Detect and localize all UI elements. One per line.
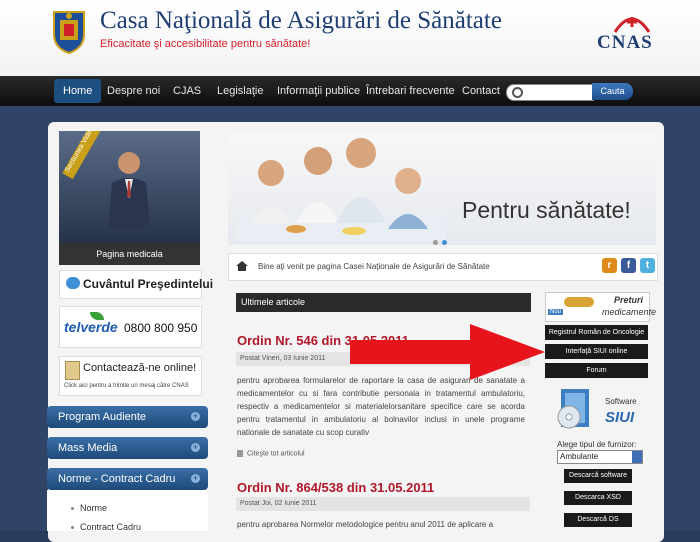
nav-despre-noi[interactable]: Despre noi [107, 76, 160, 106]
menu-mass-media[interactable]: Mass Media + [47, 437, 208, 459]
download-software-button[interactable]: Descarcă software [564, 469, 632, 483]
menu-label: Mass Media [58, 442, 118, 454]
facebook-icon[interactable]: f [621, 258, 636, 273]
slider-dot-active[interactable] [442, 240, 447, 245]
articles-header: Ultimele articole [236, 293, 531, 312]
chevron-down-icon [632, 451, 642, 463]
furnizor-label: Alege tipul de furnizor: [557, 440, 637, 449]
contact-sublabel: Click aici pentru a trimite un mesaj căt… [64, 383, 189, 389]
cnas-logo-text: CNAS [597, 32, 653, 53]
slider-dot[interactable] [433, 240, 438, 245]
rss-icon[interactable]: r [602, 258, 617, 273]
nav-legislatie[interactable]: Legislaţie [217, 76, 263, 106]
speaker-photo [108, 152, 150, 227]
site-header: Casa Naţională de Asigurări de Sănătate … [0, 0, 700, 77]
siui-software-label: Software [605, 397, 637, 406]
siui-label: SIUI [605, 409, 635, 426]
site-tagline: Eficacitate şi accesibilitate pentru săn… [100, 38, 311, 50]
telverde-number: 0800 800 950 [124, 321, 198, 335]
submenu: Norme Contract Cadru [47, 490, 208, 532]
search-input[interactable] [506, 84, 594, 101]
search-icon [512, 87, 523, 98]
nav-intrebari-frecvente[interactable]: Întrebari frecvente [366, 76, 455, 106]
nav-contact[interactable]: Contact [462, 76, 500, 106]
article-body: pentru aprobarea Normelor metodologice p… [237, 520, 494, 529]
furnizor-value: Ambulante [560, 452, 599, 461]
menu-norme-contract-cadru[interactable]: Norme - Contract Cadru + [47, 468, 208, 490]
document-icon [237, 450, 243, 457]
hero-banner: Pentru sănătate! [228, 131, 656, 245]
submenu-norme[interactable]: Norme [70, 503, 107, 513]
presedinte-link[interactable]: Cuvântul Preşedintelui [59, 270, 213, 299]
telverde-brand: telverde [64, 319, 118, 335]
readmore-label: Citeşte tot articolul [247, 450, 305, 458]
nav-informatii-publice[interactable]: Informaţii publice [277, 76, 360, 106]
forum-button[interactable]: Forum [545, 363, 648, 378]
article-meta: Postat Joi, 02 Iunie 2011 [236, 497, 530, 511]
video-section[interactable]: Sectiunea Video [59, 131, 200, 243]
letter-icon [65, 361, 80, 380]
new-badge: Nou [548, 309, 564, 315]
siui-software-box[interactable]: Software SIUI [553, 385, 643, 433]
expand-icon: + [191, 411, 200, 421]
breadcrumb: Bine aţi venit pe pagina Casei Naţionale… [228, 253, 658, 281]
pills-icon [564, 297, 594, 307]
family-photo [236, 138, 446, 241]
expand-icon: + [191, 473, 200, 483]
article-body: pentru aprobarea formularelor de raporta… [237, 376, 525, 437]
preturi-title: Preturi [614, 295, 644, 305]
preturi-subtitle: medicamente [602, 307, 657, 317]
speech-bubble-icon [66, 277, 80, 289]
site-title[interactable]: Casa Naţională de Asigurări de Sănătate [100, 7, 502, 35]
search-button[interactable]: Cauta [592, 83, 633, 100]
twitter-icon[interactable]: t [640, 258, 655, 273]
registrul-oncologie-button[interactable]: Registrul Român de Oncologie [545, 325, 648, 340]
expand-icon: + [191, 442, 200, 452]
presedinte-label: Cuvântul Preşedintelui [83, 277, 214, 291]
nav-home[interactable]: Home [54, 79, 102, 103]
furnizor-select[interactable]: Ambulante [557, 450, 643, 464]
telverde-box[interactable]: telverde 0800 800 950 [59, 306, 202, 348]
menu-program-audiente[interactable]: Program Audiente + [47, 406, 208, 428]
preturi-medicamente-box[interactable]: Nou Preturi medicamente [545, 292, 656, 322]
readmore-link[interactable]: Citeşte tot articolul [237, 450, 305, 457]
video-ribbon: Sectiunea Video [62, 131, 102, 180]
home-icon[interactable] [236, 261, 248, 271]
contact-label: Contactează-ne online! [83, 362, 197, 374]
download-xsd-button[interactable]: Descarca XSD [564, 491, 632, 505]
nav-cjas[interactable]: CJAS [173, 76, 201, 106]
siui-online-button[interactable]: Interfaţă SIUI online [545, 344, 648, 359]
breadcrumb-text: Bine aţi venit pe pagina Casei Naţionale… [258, 262, 490, 271]
banner-text: Pentru sănătate! [462, 197, 631, 223]
romania-crest-icon [53, 11, 85, 54]
download-ds-button[interactable]: Descarcă DS [564, 513, 632, 527]
menu-label: Program Audiente [58, 411, 147, 423]
menu-label: Norme - Contract Cadru [58, 473, 176, 485]
red-arrow-annotation [350, 324, 545, 380]
article-title[interactable]: Ordin Nr. 864/538 din 31.05.2011 [237, 480, 434, 495]
video-caption[interactable]: Pagina medicala [59, 243, 200, 265]
software-box-icon [557, 389, 589, 429]
contact-online-box[interactable]: Contactează-ne online! Click aici pentru… [59, 356, 202, 396]
